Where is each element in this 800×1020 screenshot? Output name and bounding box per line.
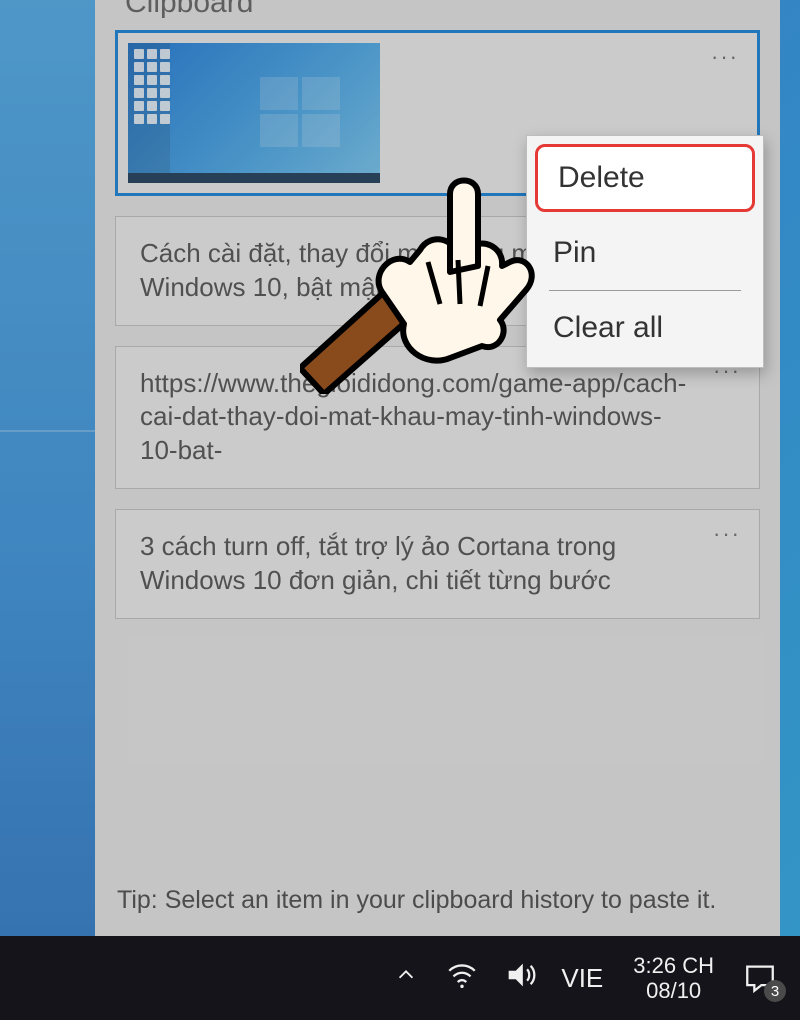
- sound-icon[interactable]: [503, 958, 537, 998]
- clipboard-tip: Tip: Select an item in your clipboard hi…: [95, 868, 780, 937]
- context-menu: Delete Pin Clear all: [526, 135, 764, 368]
- taskbar: VIE 3:26 CH 08/10 3: [0, 936, 800, 1020]
- context-clear-all[interactable]: Clear all: [527, 295, 763, 361]
- clipboard-item-content: https://www.thegioididong.com/game-app/c…: [140, 368, 686, 466]
- clipboard-item-content: 3 cách turn off, tắt trợ lý ảo Cortana t…: [140, 531, 616, 595]
- notification-badge: 3: [764, 980, 786, 1002]
- context-delete[interactable]: Delete: [535, 144, 755, 212]
- tray-clock[interactable]: 3:26 CH 08/10: [633, 953, 714, 1004]
- context-pin[interactable]: Pin: [527, 220, 763, 286]
- clipboard-item-text[interactable]: 3 cách turn off, tắt trợ lý ảo Cortana t…: [115, 509, 760, 619]
- context-divider: [549, 290, 741, 291]
- clipboard-thumbnail: [128, 43, 380, 183]
- tray-date: 08/10: [633, 978, 714, 1003]
- tray-overflow-icon[interactable]: [395, 964, 417, 992]
- tray-language[interactable]: VIE: [561, 963, 603, 994]
- desktop-strip: [0, 0, 95, 936]
- item-more-icon[interactable]: ···: [711, 43, 739, 72]
- item-more-icon[interactable]: ···: [713, 520, 741, 549]
- panel-title: Clipboard: [95, 0, 780, 16]
- wifi-icon[interactable]: [445, 958, 479, 998]
- tray-time: 3:26 CH: [633, 953, 714, 978]
- action-center-icon[interactable]: 3: [740, 958, 780, 998]
